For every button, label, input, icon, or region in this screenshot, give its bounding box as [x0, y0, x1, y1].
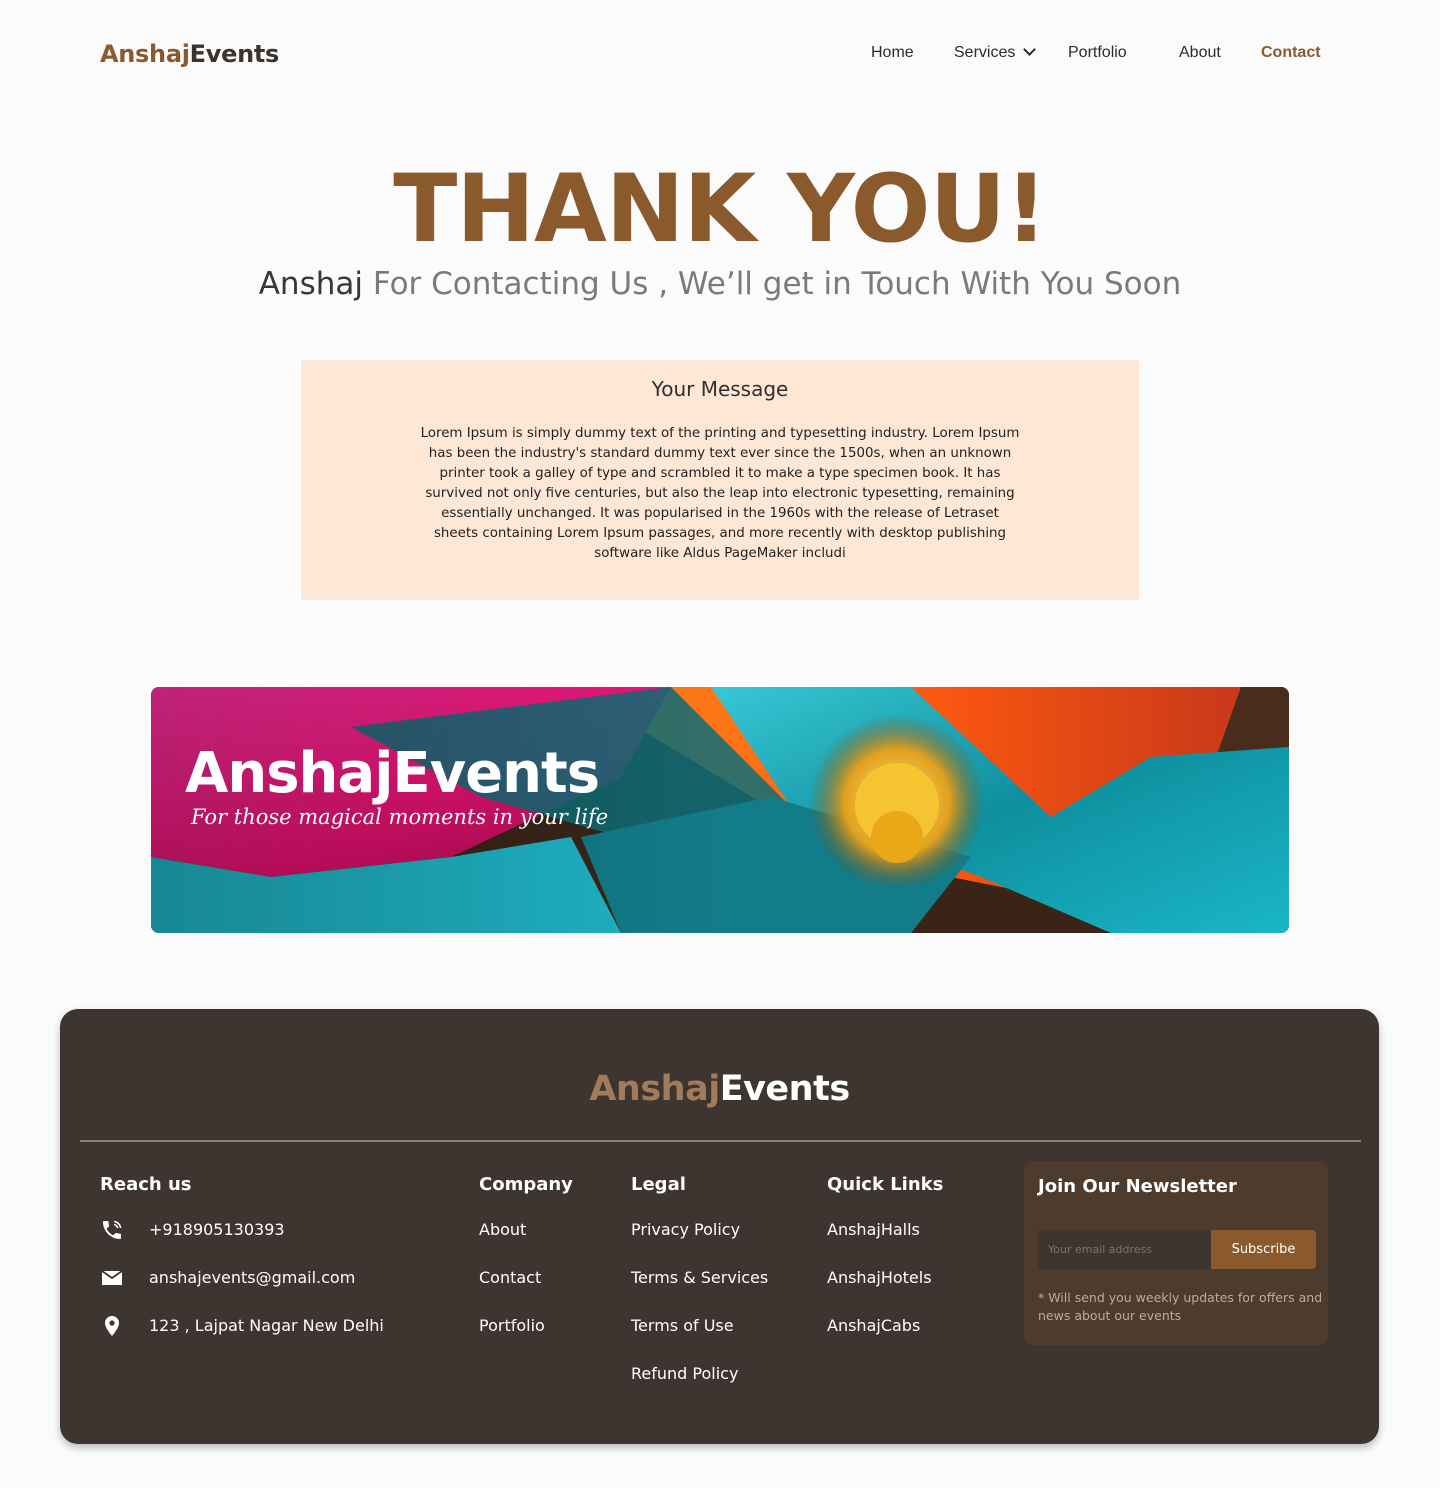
- footer-link-anshajhotels[interactable]: AnshajHotels: [827, 1268, 932, 1287]
- footer-link-terms-services[interactable]: Terms & Services: [631, 1268, 768, 1287]
- footer-link-contact[interactable]: Contact: [479, 1268, 541, 1287]
- footer-link-terms-of-use[interactable]: Terms of Use: [631, 1316, 734, 1335]
- newsletter-heading: Join Our Newsletter: [1038, 1176, 1237, 1197]
- footer-link-anshajhalls[interactable]: AnshajHalls: [827, 1220, 920, 1239]
- footer-logo-part-anshaj: Anshaj: [589, 1069, 720, 1109]
- company-heading: Company: [479, 1174, 573, 1195]
- newsletter-card: Join Our Newsletter Subscribe * Will sen…: [1024, 1161, 1328, 1345]
- nav-about-link[interactable]: About: [1179, 44, 1221, 62]
- top-navigation: AnshajEvents Home Services Portfolio Abo…: [0, 0, 1440, 110]
- footer-link-about[interactable]: About: [479, 1220, 526, 1239]
- footer-logo-part-events: Events: [719, 1069, 850, 1109]
- footer-link-privacy-policy[interactable]: Privacy Policy: [631, 1220, 740, 1239]
- promo-banner: AnshajEvents For those magical moments i…: [151, 687, 1289, 933]
- email-icon: [101, 1270, 123, 1285]
- phone-number[interactable]: +918905130393: [149, 1220, 285, 1239]
- phone-icon: [103, 1220, 122, 1239]
- reach-us-heading: Reach us: [100, 1174, 192, 1195]
- footer-logo[interactable]: AnshajEvents: [60, 1069, 1379, 1109]
- newsletter-note: * Will send you weekly updates for offer…: [1038, 1290, 1323, 1323]
- email-address[interactable]: anshajevents@gmail.com: [149, 1268, 355, 1287]
- nav-links: Home Services Portfolio About Contact: [0, 43, 1440, 66]
- footer-divider: [80, 1140, 1361, 1142]
- footer-link-anshajcabs[interactable]: AnshajCabs: [827, 1316, 920, 1335]
- chevron-down-icon: [1023, 43, 1037, 56]
- message-body: Lorem Ipsum is simply dummy text of the …: [420, 426, 1020, 561]
- message-card: Your Message Lorem Ipsum is simply dummy…: [301, 360, 1139, 600]
- nav-portfolio-link[interactable]: Portfolio: [1068, 44, 1127, 62]
- nav-services-link[interactable]: Services: [954, 43, 1037, 62]
- subtitle-name: Anshaj: [258, 266, 363, 302]
- page-subtitle: Anshaj For Contacting Us , We’ll get in …: [0, 262, 1440, 306]
- footer-link-portfolio[interactable]: Portfolio: [479, 1316, 545, 1335]
- legal-heading: Legal: [631, 1174, 686, 1195]
- banner-title: AnshajEvents: [185, 741, 600, 806]
- footer: AnshajEvents Reach us +918905130393 ansh…: [60, 1009, 1379, 1444]
- newsletter-email-input[interactable]: [1038, 1230, 1212, 1269]
- subtitle-text: For Contacting Us , We’ll get in Touch W…: [362, 266, 1182, 302]
- footer-link-refund-policy[interactable]: Refund Policy: [631, 1364, 738, 1383]
- nav-contact-link[interactable]: Contact: [1261, 44, 1321, 62]
- location-pin-icon: [105, 1316, 119, 1336]
- message-title: Your Message: [651, 377, 789, 401]
- page-title: THANK YOU!: [393, 155, 1048, 264]
- subscribe-button[interactable]: Subscribe: [1211, 1230, 1316, 1269]
- nav-services-label: Services: [954, 44, 1016, 61]
- banner-tagline: For those magical moments in your life: [191, 805, 609, 829]
- nav-home-link[interactable]: Home: [871, 44, 914, 62]
- quick-links-heading: Quick Links: [827, 1174, 944, 1195]
- address[interactable]: 123 , Lajpat Nagar New Delhi: [149, 1316, 384, 1335]
